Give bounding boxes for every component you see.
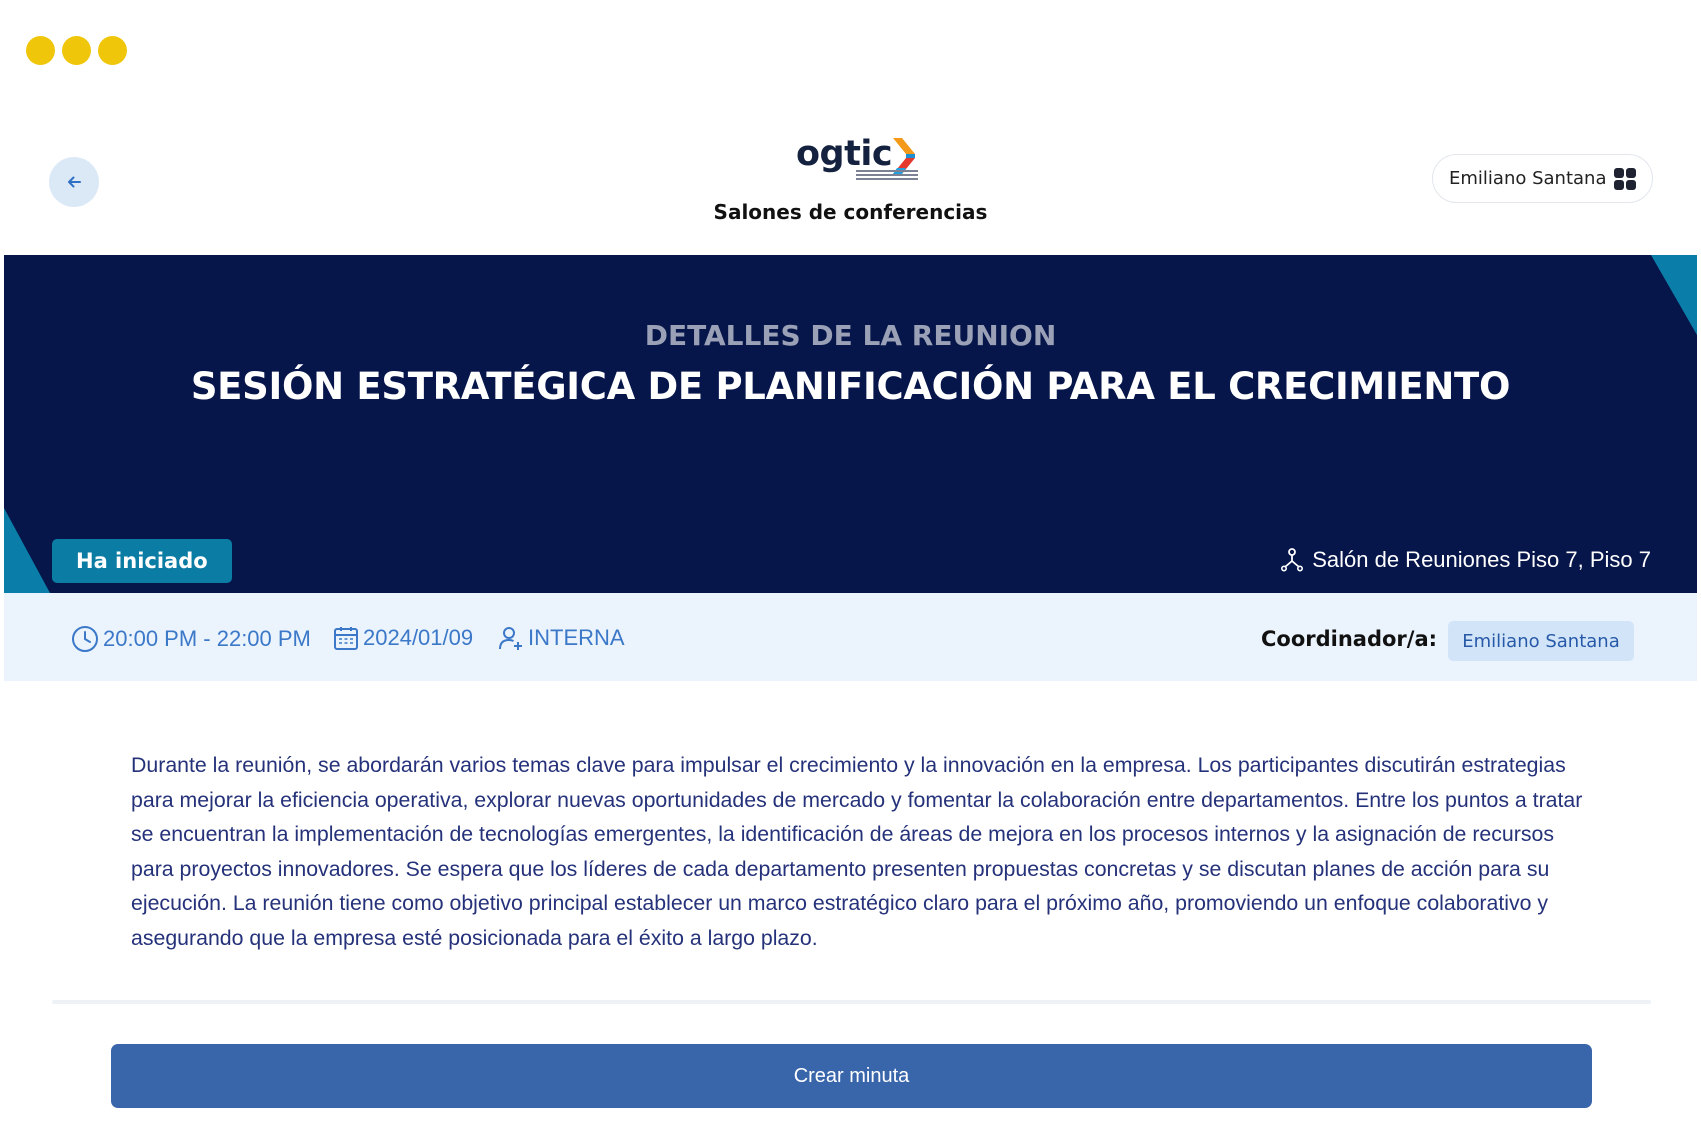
grid-apps-icon bbox=[1614, 168, 1636, 190]
logo-tagline bbox=[856, 170, 918, 180]
window-dot-1[interactable] bbox=[26, 36, 55, 65]
decorative-corner-bottom bbox=[4, 508, 50, 593]
meeting-description: Durante la reunión, se abordarán varios … bbox=[131, 753, 1583, 950]
create-minutes-button[interactable]: Crear minuta bbox=[111, 1044, 1592, 1108]
clock-icon bbox=[72, 626, 98, 652]
meeting-date: 2024/01/09 bbox=[333, 625, 473, 651]
user-name: Emiliano Santana bbox=[1449, 168, 1607, 189]
coordinator-label: Coordinador/a: bbox=[1261, 627, 1438, 651]
coordinator-chip[interactable]: Emiliano Santana bbox=[1448, 621, 1634, 661]
type-label: INTERNA bbox=[528, 625, 625, 650]
section-divider bbox=[52, 1000, 1651, 1004]
window-controls bbox=[26, 36, 127, 65]
date-label: 2024/01/09 bbox=[363, 625, 474, 650]
meeting-time: 20:00 PM - 22:00 PM bbox=[71, 625, 311, 653]
time-label: 20:00 PM - 22:00 PM bbox=[103, 626, 311, 651]
logo-text: ogtic bbox=[796, 134, 893, 174]
meeting-type: INTERNA bbox=[498, 625, 625, 651]
network-node-icon bbox=[1281, 548, 1304, 572]
meeting-hero: DETALLES DE LA REUNION SESIÓN ESTRATÉGIC… bbox=[4, 255, 1697, 593]
meeting-title: SESIÓN ESTRATÉGICA DE PLANIFICACIÓN PARA… bbox=[190, 365, 1511, 408]
window-dot-2[interactable] bbox=[62, 36, 91, 65]
user-menu-button[interactable]: Emiliano Santana bbox=[1432, 154, 1653, 203]
meeting-meta-bar: 20:00 PM - 22:00 PM 2024/01/09 INTERNA C… bbox=[4, 593, 1697, 681]
section-kicker: DETALLES DE LA REUNION bbox=[644, 319, 1057, 352]
calendar-icon bbox=[334, 627, 358, 650]
window-dot-3[interactable] bbox=[98, 36, 127, 65]
status-badge: Ha iniciado bbox=[52, 539, 232, 583]
meeting-location: Salón de Reuniones Piso 7, Piso 7 bbox=[1280, 547, 1651, 573]
arrow-left-icon bbox=[68, 176, 81, 188]
app-logo: ogtic bbox=[796, 134, 918, 180]
location-label: Salón de Reuniones Piso 7, Piso 7 bbox=[1312, 547, 1651, 572]
user-add-icon bbox=[499, 627, 522, 650]
app-subtitle: Salones de conferencias bbox=[713, 200, 988, 224]
